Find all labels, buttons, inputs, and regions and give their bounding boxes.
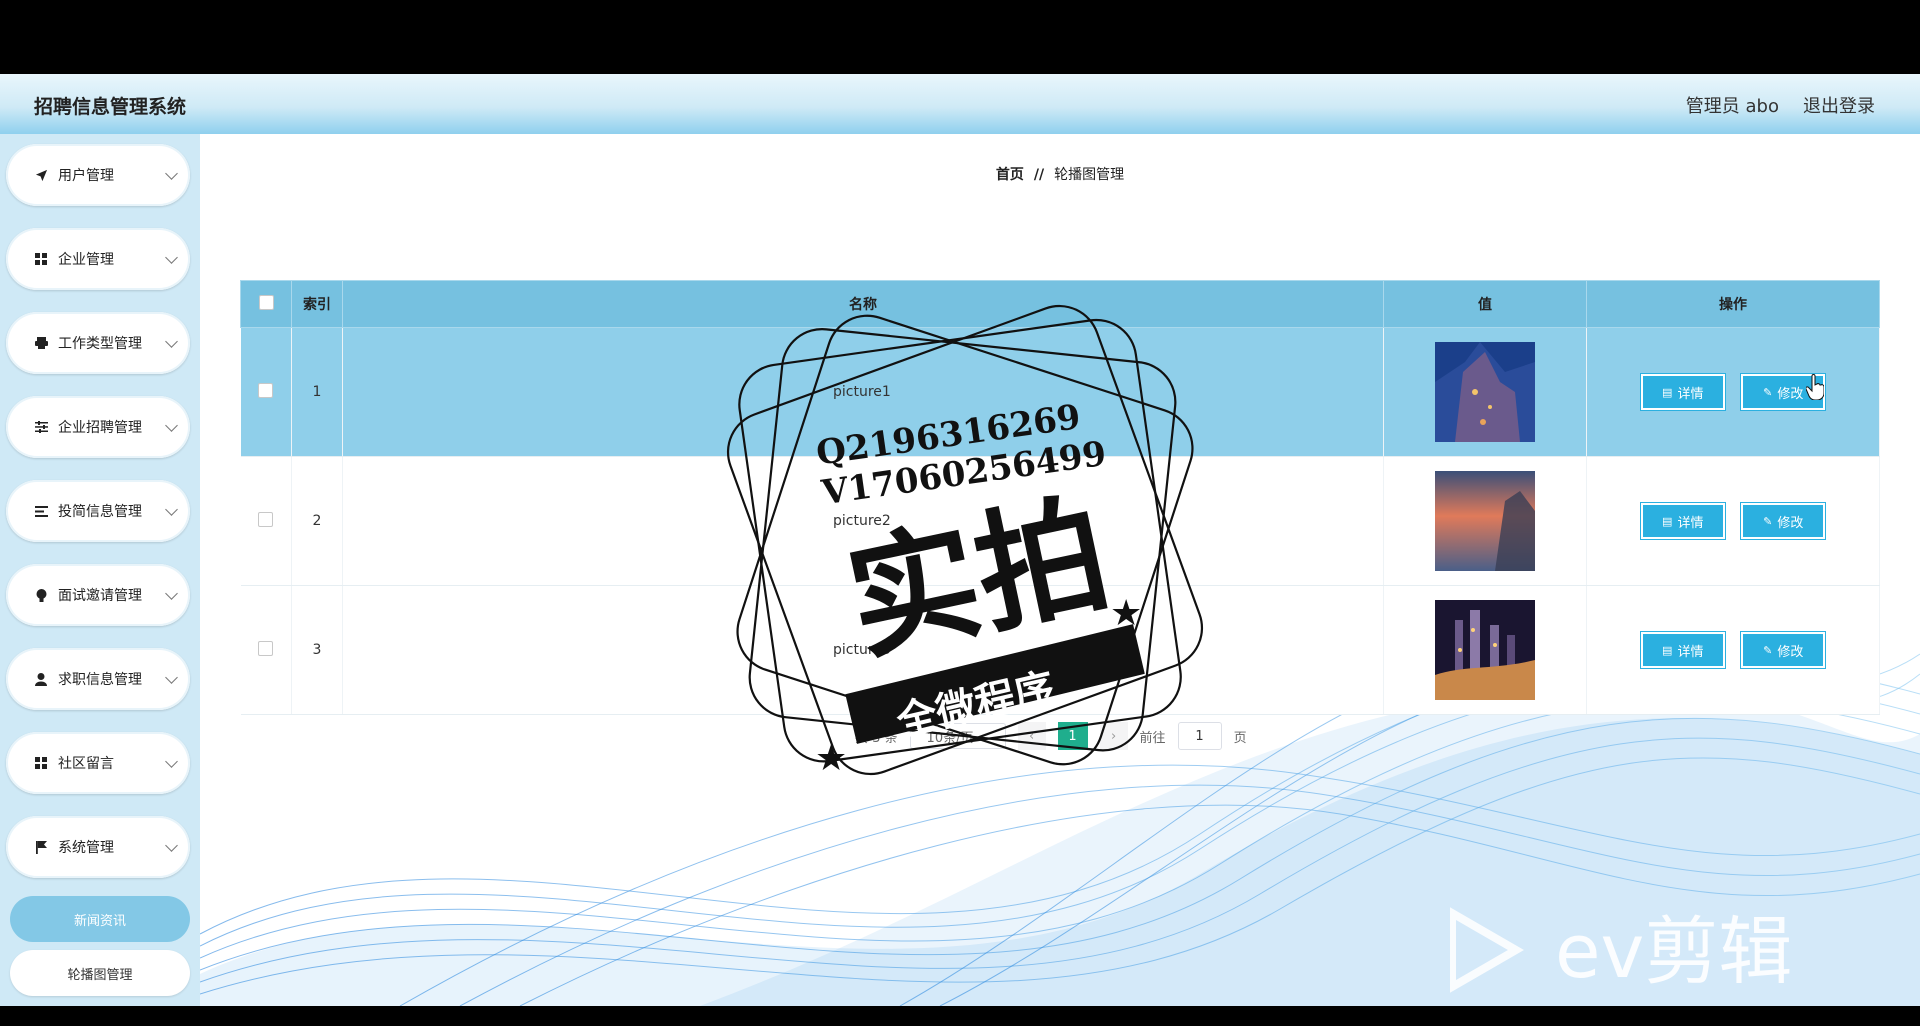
goto-suffix: 页 <box>1233 730 1247 746</box>
document-icon: ▤ <box>1662 385 1673 399</box>
list-icon <box>34 504 48 518</box>
detail-button-label: 详情 <box>1677 515 1704 531</box>
watermark-stamp: Q2196316269 V17060256499 实拍 全微程序 ★ ★ <box>726 304 1204 779</box>
detail-button[interactable]: ▤ 详情 <box>1640 632 1725 668</box>
flag-icon <box>34 840 48 854</box>
row-index: 1 <box>291 327 343 457</box>
detail-button[interactable]: ▤ 详情 <box>1640 374 1725 410</box>
chevron-down-icon <box>165 670 178 684</box>
chevron-down-icon <box>165 754 178 768</box>
chevron-down-icon <box>165 250 178 264</box>
carousel-image-thumbnail[interactable] <box>1435 342 1535 442</box>
hand-cursor-icon <box>1806 374 1824 400</box>
index-header: 索引 <box>291 280 343 328</box>
pencil-icon: ✎ <box>1763 385 1773 399</box>
chevron-down-icon <box>165 334 178 348</box>
sidebar-item-label: 求职信息管理 <box>58 672 142 688</box>
row-index: 2 <box>291 456 343 586</box>
chevron-down-icon <box>165 838 178 852</box>
value-header: 值 <box>1383 280 1587 328</box>
sidebar-item-jobseeker-management[interactable]: 求职信息管理 <box>6 648 190 710</box>
sidebar-item-resume-management[interactable]: 投简信息管理 <box>6 480 190 542</box>
sidebar-item-label: 工作类型管理 <box>58 336 142 352</box>
printer-icon <box>34 336 48 350</box>
top-header: 招聘信息管理系统 管理员 abo 退出登录 <box>0 74 1920 134</box>
play-icon <box>1448 906 1524 994</box>
ev-watermark-text: ev剪辑 <box>1555 909 1792 995</box>
actions-header: 操作 <box>1586 280 1880 328</box>
sidebar-item-community-messages[interactable]: 社区留言 <box>6 732 190 794</box>
detail-button[interactable]: ▤ 详情 <box>1640 503 1725 539</box>
user-icon <box>34 672 48 686</box>
detail-button-label: 详情 <box>1677 644 1704 660</box>
sidebar-item-user-management[interactable]: 用户管理 <box>6 144 190 206</box>
select-all-checkbox[interactable] <box>258 294 274 310</box>
breadcrumb-separator: // <box>1033 167 1045 183</box>
row-actions: ▤ 详情 ✎ 修改 <box>1586 327 1880 457</box>
sidebar: 用户管理 企业管理 工作类型管理 企业招聘管理 投简信息管理 面试邀请管理 求职… <box>0 134 201 1006</box>
sidebar-item-label: 企业管理 <box>58 252 114 268</box>
edit-button[interactable]: ✎ 修改 <box>1741 632 1826 668</box>
breadcrumb-home[interactable]: 首页 <box>996 167 1024 183</box>
breadcrumb: 首页 // 轮播图管理 <box>200 164 1920 184</box>
bulb-icon <box>34 588 48 602</box>
grid-icon <box>34 756 48 770</box>
edit-button-label: 修改 <box>1777 515 1804 531</box>
row-checkbox[interactable] <box>258 382 274 398</box>
carousel-image-thumbnail[interactable] <box>1435 471 1535 571</box>
pencil-icon: ✎ <box>1763 514 1773 528</box>
chevron-down-icon <box>165 418 178 432</box>
row-actions: ▤ 详情 ✎ 修改 <box>1586 585 1880 715</box>
chevron-down-icon <box>165 586 178 600</box>
sidebar-subitem-carousel-management[interactable]: 轮播图管理 <box>10 950 190 996</box>
document-icon: ▤ <box>1662 514 1673 528</box>
sidebar-item-label: 社区留言 <box>58 756 114 772</box>
chevron-down-icon <box>165 502 178 516</box>
breadcrumb-current: 轮播图管理 <box>1054 167 1125 183</box>
paper-plane-icon <box>34 168 48 182</box>
row-value-cell <box>1383 585 1587 715</box>
sidebar-item-job-type-management[interactable]: 工作类型管理 <box>6 312 190 374</box>
row-index: 3 <box>291 585 343 715</box>
detail-button-label: 详情 <box>1677 386 1704 402</box>
sidebar-item-label: 投简信息管理 <box>58 504 142 520</box>
user-label: 管理员 abo <box>1685 96 1779 117</box>
row-select-cell <box>240 456 292 586</box>
header-user-area: 管理员 abo 退出登录 <box>1686 92 1875 118</box>
row-select-cell <box>240 327 292 457</box>
row-value-cell <box>1383 456 1587 586</box>
sidebar-item-recruitment-management[interactable]: 企业招聘管理 <box>6 396 190 458</box>
row-checkbox[interactable] <box>258 640 274 656</box>
logout-link[interactable]: 退出登录 <box>1803 92 1875 118</box>
row-actions: ▤ 详情 ✎ 修改 <box>1586 456 1880 586</box>
edit-button-label: 修改 <box>1777 386 1804 402</box>
document-icon: ▤ <box>1662 643 1673 657</box>
pencil-icon: ✎ <box>1763 643 1773 657</box>
video-letterbox-top <box>0 0 1920 74</box>
row-select-cell <box>240 585 292 715</box>
select-all-header <box>240 280 292 328</box>
sidebar-item-label: 用户管理 <box>58 168 114 184</box>
sidebar-item-label: 系统管理 <box>58 840 114 856</box>
video-letterbox-bottom <box>0 1006 1920 1026</box>
edit-button-label: 修改 <box>1777 644 1804 660</box>
star-icon: ★ <box>815 738 847 779</box>
edit-button[interactable]: ✎ 修改 <box>1741 503 1826 539</box>
grid-icon <box>34 252 48 266</box>
ev-editor-watermark: ev剪辑 <box>1448 905 1830 999</box>
sidebar-item-label: 面试邀请管理 <box>58 588 142 604</box>
sidebar-item-system-management[interactable]: 系统管理 <box>6 816 190 878</box>
sidebar-item-interview-management[interactable]: 面试邀请管理 <box>6 564 190 626</box>
sliders-icon <box>34 420 48 434</box>
star-icon: ★ <box>1110 593 1142 634</box>
carousel-image-thumbnail[interactable] <box>1435 600 1535 700</box>
sidebar-item-label: 企业招聘管理 <box>58 420 142 436</box>
row-value-cell <box>1383 327 1587 457</box>
app-title: 招聘信息管理系统 <box>34 96 187 118</box>
row-checkbox[interactable] <box>258 511 274 527</box>
sidebar-item-company-management[interactable]: 企业管理 <box>6 228 190 290</box>
sidebar-subitem-news[interactable]: 新闻资讯 <box>10 896 190 942</box>
chevron-down-icon <box>165 166 178 180</box>
